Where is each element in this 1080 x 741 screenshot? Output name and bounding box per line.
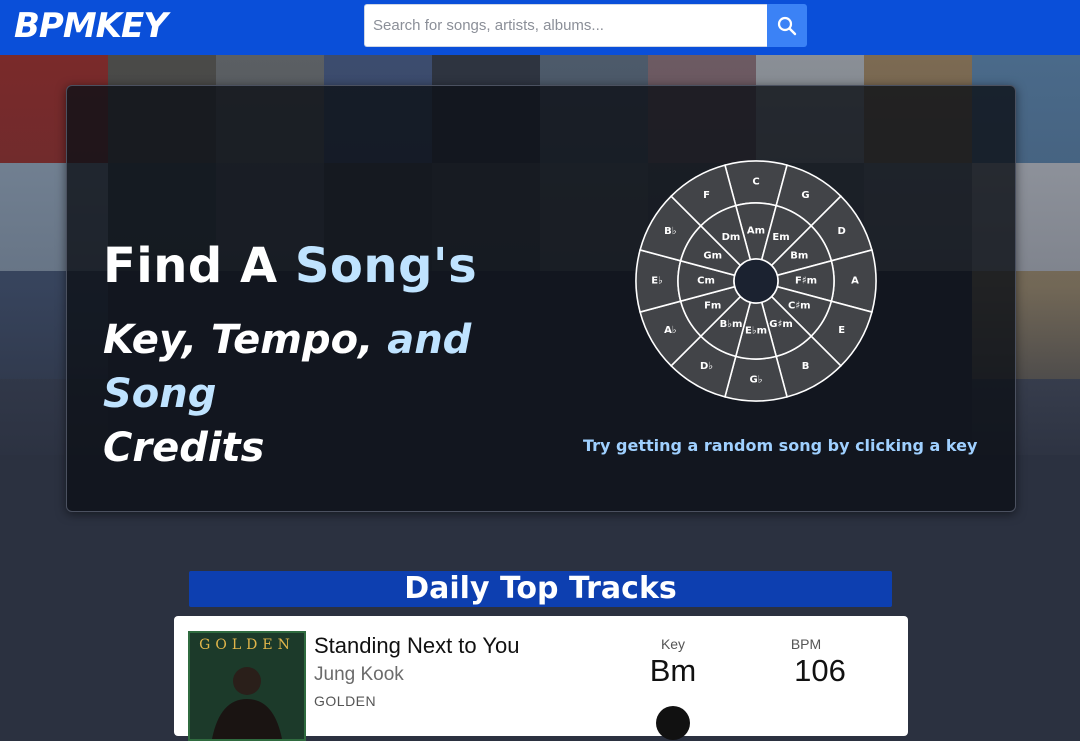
hero-title-part2: Song's bbox=[294, 238, 478, 294]
random-song-hint[interactable]: Try getting a random song by clicking a … bbox=[583, 436, 977, 455]
top-nav-bar: BPMKEY bbox=[0, 0, 1080, 55]
bpm-value: 106 bbox=[794, 653, 846, 688]
key-value: Bm bbox=[649, 653, 697, 688]
bpm-label: BPM bbox=[790, 636, 822, 652]
search-bar bbox=[364, 4, 807, 47]
site-logo[interactable]: BPMKEY bbox=[14, 6, 168, 46]
search-input[interactable] bbox=[364, 4, 767, 47]
track-artist[interactable]: Jung Kook bbox=[314, 664, 404, 686]
hero-panel: Find A Song's Key, Tempo, and Song Credit… bbox=[66, 85, 1016, 512]
hero-title: Find A Song's bbox=[103, 238, 477, 294]
daily-top-tracks-title: Daily Top Tracks bbox=[404, 571, 677, 606]
circle-of-fifths-wheel: CGDAEBG♭D♭A♭E♭B♭FAmEmBmF♯mC♯mG♯mE♭mB♭mFm… bbox=[635, 160, 877, 402]
track-title[interactable]: Standing Next to You bbox=[314, 633, 520, 659]
hero-title-part1: Find A bbox=[103, 238, 295, 294]
key-label: Key bbox=[660, 636, 686, 652]
search-button[interactable] bbox=[767, 4, 807, 47]
play-button[interactable] bbox=[656, 706, 690, 740]
track-card[interactable]: GOLDEN Standing Next to You Jung Kook GO… bbox=[174, 616, 908, 741]
wheel-center-hole bbox=[733, 258, 779, 304]
album-art: GOLDEN bbox=[188, 631, 306, 741]
search-icon bbox=[777, 16, 797, 35]
hero-subtitle: Key, Tempo, and Song Credits bbox=[103, 313, 583, 475]
daily-top-tracks-header: Daily Top Tracks bbox=[189, 571, 892, 607]
album-art-portrait bbox=[212, 667, 282, 739]
hero-subtitle-part3: Credits bbox=[103, 425, 265, 471]
track-album: GOLDEN bbox=[314, 693, 377, 709]
hero-subtitle-part1: Key, Tempo, bbox=[103, 317, 388, 363]
